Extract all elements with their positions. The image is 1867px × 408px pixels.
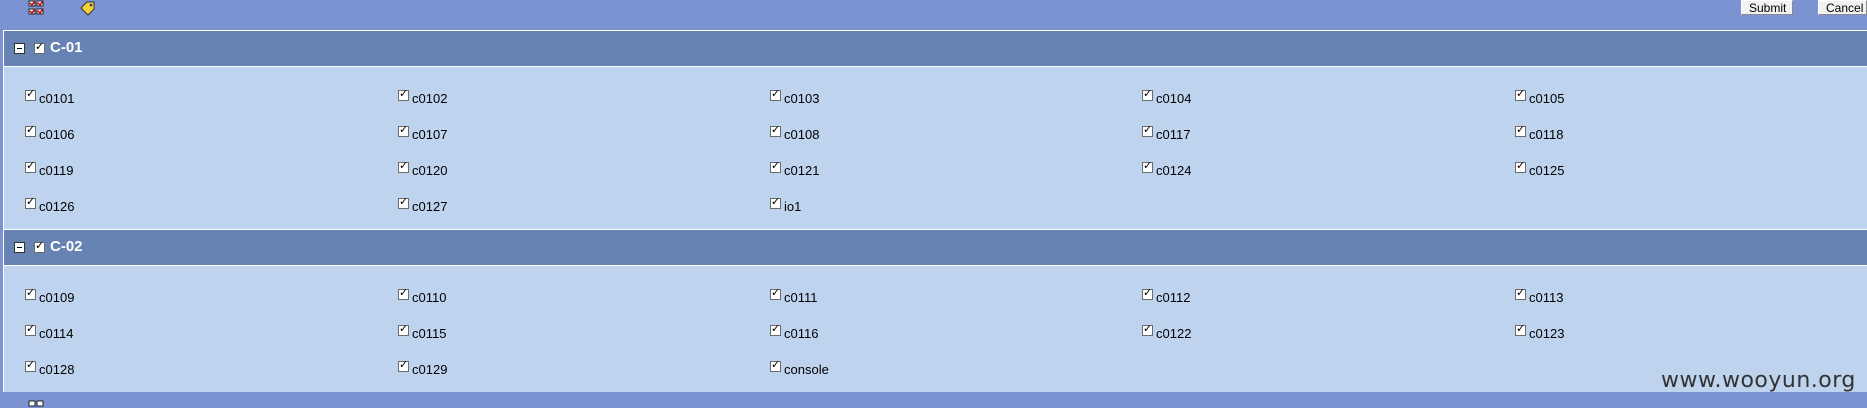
item-checkbox[interactable] xyxy=(398,195,409,209)
item-label: c0118 xyxy=(1529,127,1564,142)
item-label: c0110 xyxy=(412,290,447,305)
item-checkbox[interactable] xyxy=(770,358,781,372)
item-label: c0125 xyxy=(1529,163,1565,178)
item-label: c0122 xyxy=(1156,326,1192,341)
item-checkbox[interactable] xyxy=(1142,87,1153,101)
item-checkbox[interactable] xyxy=(770,123,781,137)
item-label: c0119 xyxy=(39,163,74,178)
item-label: c0104 xyxy=(1156,91,1192,106)
group-header: C-02 xyxy=(4,230,1867,266)
item-checkbox[interactable] xyxy=(25,195,36,209)
item-checkbox[interactable] xyxy=(1515,322,1526,336)
item-checkbox[interactable] xyxy=(770,195,781,209)
item-checkbox[interactable] xyxy=(1142,322,1153,336)
item-label: c0113 xyxy=(1529,290,1564,305)
item-checkbox[interactable] xyxy=(1515,87,1526,101)
item-label: c0115 xyxy=(412,326,447,341)
group-body: c0101 c0102 c0103 c0104 c0105 c0106 c0107 c0108… xyxy=(4,67,1867,229)
submit-button[interactable]: Submit xyxy=(1741,0,1793,15)
group-panel: C-01 c0101 c0102 c0103 c0104 c0105 c0106 c0107… xyxy=(3,30,1867,229)
item-checkbox[interactable] xyxy=(25,87,36,101)
item-checkbox[interactable] xyxy=(1142,123,1153,137)
item-checkbox[interactable] xyxy=(25,159,36,173)
item-checkbox[interactable] xyxy=(25,322,36,336)
group-title: C-01 xyxy=(50,39,83,56)
tag-icon[interactable] xyxy=(78,0,100,16)
item-checkbox[interactable] xyxy=(398,87,409,101)
item-checkbox[interactable] xyxy=(1142,286,1153,300)
cancel-button[interactable]: Cancel xyxy=(1818,0,1867,15)
collapse-icon[interactable] xyxy=(14,242,25,253)
group-checkbox[interactable] xyxy=(34,239,45,253)
item-checkbox[interactable] xyxy=(770,159,781,173)
item-checkbox[interactable] xyxy=(398,358,409,372)
bottom-toolbar xyxy=(0,398,1867,408)
item-label: c0111 xyxy=(784,290,818,305)
item-checkbox[interactable] xyxy=(398,322,409,336)
top-toolbar: Submit Cancel xyxy=(0,0,1867,18)
group-body: c0109 c0110 c0111 c0112 c0113 c0114 c0115 c0116… xyxy=(4,266,1867,392)
item-checkbox[interactable] xyxy=(1515,123,1526,137)
item-checkbox[interactable] xyxy=(770,87,781,101)
item-label: c0128 xyxy=(39,362,75,377)
item-label: c0117 xyxy=(1156,127,1191,142)
item-checkbox[interactable] xyxy=(770,322,781,336)
item-label: c0102 xyxy=(412,91,448,106)
item-label: c0107 xyxy=(412,127,448,142)
group-header: C-01 xyxy=(4,31,1867,67)
item-checkbox[interactable] xyxy=(1142,159,1153,173)
group-panel: C-02 c0109 c0110 c0111 c0112 c0113 c0114 c0115… xyxy=(3,229,1867,392)
item-label: c0105 xyxy=(1529,91,1565,106)
item-checkbox[interactable] xyxy=(398,286,409,300)
item-checkbox[interactable] xyxy=(25,123,36,137)
item-label: c0123 xyxy=(1529,326,1565,341)
item-label: c0126 xyxy=(39,199,75,214)
item-label: io1 xyxy=(784,199,802,214)
item-label: c0101 xyxy=(39,91,75,106)
select-all-icon[interactable] xyxy=(28,400,50,408)
collapse-icon[interactable] xyxy=(14,43,25,54)
item-label: c0114 xyxy=(39,326,74,341)
item-label: c0124 xyxy=(1156,163,1192,178)
item-label: c0106 xyxy=(39,127,75,142)
item-label: c0116 xyxy=(784,326,819,341)
item-checkbox[interactable] xyxy=(770,286,781,300)
item-checkbox[interactable] xyxy=(25,358,36,372)
item-checkbox[interactable] xyxy=(25,286,36,300)
item-label: c0103 xyxy=(784,91,820,106)
item-label: c0121 xyxy=(784,163,820,178)
item-label: c0112 xyxy=(1156,290,1191,305)
item-label: console xyxy=(784,362,829,377)
item-label: c0108 xyxy=(784,127,820,142)
group-title: C-02 xyxy=(50,238,83,255)
item-checkbox[interactable] xyxy=(398,123,409,137)
item-label: c0127 xyxy=(412,199,448,214)
item-label: c0120 xyxy=(412,163,448,178)
item-checkbox[interactable] xyxy=(1515,286,1526,300)
select-all-icon[interactable] xyxy=(28,0,50,16)
item-checkbox[interactable] xyxy=(398,159,409,173)
item-label: c0129 xyxy=(412,362,448,377)
item-checkbox[interactable] xyxy=(1515,159,1526,173)
group-checkbox[interactable] xyxy=(34,40,45,54)
watermark-text: www.wooyun.org xyxy=(1661,368,1856,393)
item-label: c0109 xyxy=(39,290,75,305)
